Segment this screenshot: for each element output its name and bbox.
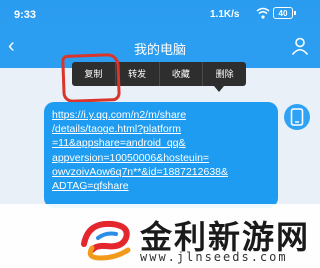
watermark: 金利新游网 www.jlnseeds.com xyxy=(0,204,320,268)
status-icons: 40 xyxy=(256,7,296,19)
status-time: 9:33 xyxy=(14,9,37,21)
battery-level: 40 xyxy=(278,8,288,18)
battery-icon: 40 xyxy=(273,7,296,19)
context-menu-arrow xyxy=(214,86,224,92)
message-bubble[interactable]: https://i.y.qq.com/n2/m/share /details/t… xyxy=(44,102,278,208)
profile-icon[interactable] xyxy=(290,36,310,56)
watermark-url: www.jlnseeds.com xyxy=(140,250,288,264)
status-bar: 9:33 1.1K/s 40 xyxy=(0,0,320,26)
wifi-icon xyxy=(256,7,270,19)
avatar[interactable] xyxy=(284,104,310,130)
delete-menu-item[interactable]: 删除 xyxy=(203,62,246,86)
highlight-annotation xyxy=(61,53,121,103)
message-link[interactable]: https://i.y.qq.com/n2/m/share /details/t… xyxy=(52,108,270,193)
phone-icon xyxy=(290,108,304,126)
watermark-logo-icon xyxy=(81,220,131,261)
favorite-menu-item[interactable]: 收藏 xyxy=(160,62,204,86)
forward-menu-item[interactable]: 转发 xyxy=(116,62,160,86)
page-title: 我的电脑 xyxy=(133,42,186,57)
network-speed: 1.1K/s xyxy=(210,9,240,20)
